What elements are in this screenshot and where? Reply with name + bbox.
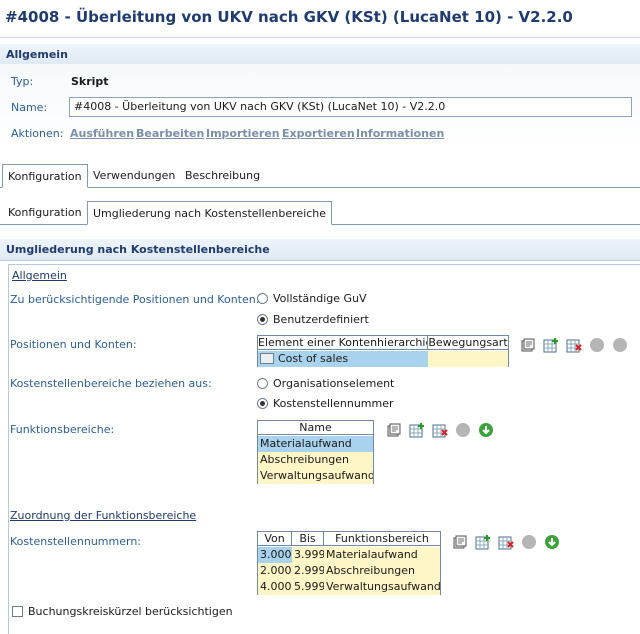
actions-label: Aktionen: (11, 127, 64, 140)
col-area-header[interactable]: Funktionsbereich (324, 532, 440, 546)
col-movement-header[interactable]: Bewegungsart (428, 336, 508, 350)
move-up-icon[interactable] (589, 337, 605, 353)
subtab-cost-center-regrouping[interactable]: Umgliederung nach Kostenstellenbereiche (87, 201, 333, 225)
positions-label: Zu berücksichtigende Positionen und Kont… (10, 293, 260, 306)
col-to-header[interactable]: Bis (292, 532, 324, 546)
regrouping-section-header: Umgliederung nach Kostenstellenbereiche (0, 239, 640, 261)
table-row[interactable]: Materialaufwand (258, 436, 373, 452)
move-up-icon[interactable] (455, 422, 471, 438)
type-value: Skript (71, 75, 109, 88)
functional-areas-toolbar (386, 422, 494, 438)
movement-cell[interactable] (428, 351, 508, 367)
col-from-header[interactable]: Von (258, 532, 292, 546)
radio-cost-center-number-label: Kostenstellennummer (273, 397, 394, 410)
to-cell[interactable]: 2.999 (292, 563, 324, 579)
account-node-icon (260, 353, 274, 364)
positions-accounts-label: Positionen und Konten: (10, 338, 137, 351)
from-cell[interactable]: 3.000 (258, 547, 292, 563)
from-cell[interactable]: 4.000 (258, 579, 292, 595)
action-run-link[interactable]: Ausführen (70, 127, 134, 140)
properties-icon[interactable] (520, 337, 536, 353)
company-code-checkbox-label: Buchungskreiskürzel berücksichtigen (28, 605, 233, 618)
radio-button-selected-icon[interactable] (257, 314, 268, 325)
radio-button-selected-icon[interactable] (257, 398, 268, 409)
move-up-icon[interactable] (521, 534, 537, 550)
company-code-checkbox[interactable]: Buchungskreiskürzel berücksichtigen (12, 605, 233, 618)
table-row[interactable]: Abschreibungen (258, 452, 373, 468)
add-row-icon[interactable] (475, 534, 491, 550)
from-cell[interactable]: 2.000 (258, 563, 292, 579)
area-cell[interactable]: Verwaltungsaufwand (324, 579, 440, 595)
functional-areas-table[interactable]: Name Materialaufwand Abschreibungen Verw… (257, 420, 374, 484)
sub-tab-bar: Konfiguration Umgliederung nach Kostenst… (0, 201, 640, 225)
add-row-icon[interactable] (543, 337, 559, 353)
delete-row-icon[interactable] (498, 534, 514, 550)
regrouping-section-title: Umgliederung nach Kostenstellenbereiche (6, 243, 270, 256)
to-cell[interactable]: 3.999 (292, 547, 324, 563)
radio-custom-label: Benutzerdefiniert (273, 313, 369, 326)
name-label: Name: (11, 101, 48, 114)
group-general-title: Allgemein (12, 269, 67, 282)
radio-full-pl[interactable]: Vollständige GuV (257, 292, 367, 305)
cost-center-numbers-table[interactable]: Von Bis Funktionsbereich 3.000 3.999 Mat… (257, 531, 441, 595)
general-section-header: Allgemein (0, 44, 640, 66)
tab-description[interactable]: Beschreibung (180, 164, 265, 188)
subtab-configuration[interactable]: Konfiguration (3, 201, 87, 225)
tab-usages[interactable]: Verwendungen (88, 164, 180, 188)
page-title: #4008 - Überleitung von UKV nach GKV (KS… (5, 8, 573, 26)
name-field[interactable]: #4008 - Überleitung von UKV nach GKV (KS… (69, 97, 632, 117)
functional-areas-label: Funktionsbereiche: (10, 423, 115, 436)
move-down-icon[interactable] (612, 337, 628, 353)
move-down-icon[interactable] (544, 534, 560, 550)
area-cell[interactable]: Abschreibungen (324, 563, 440, 579)
assignment-toolbar (452, 534, 560, 550)
type-label: Typ: (11, 75, 34, 88)
properties-icon[interactable] (452, 534, 468, 550)
col-name-header[interactable]: Name (258, 421, 373, 435)
table-row[interactable]: Cost of sales (258, 351, 428, 367)
general-section-title: Allgemein (6, 48, 68, 61)
action-info-link[interactable]: Informationen (356, 127, 444, 140)
cost-center-source-label: Kostenstellenbereiche beziehen aus: (10, 377, 212, 390)
properties-icon[interactable] (386, 422, 402, 438)
action-import-link[interactable]: Importieren (206, 127, 280, 140)
window-title-bar: #4008 - Überleitung von UKV nach GKV (KS… (0, 0, 640, 38)
delete-row-icon[interactable] (432, 422, 448, 438)
action-edit-link[interactable]: Bearbeiten (136, 127, 204, 140)
radio-cost-center-number[interactable]: Kostenstellennummer (257, 397, 394, 410)
positions-toolbar (520, 337, 628, 353)
to-cell[interactable]: 5.999 (292, 579, 324, 595)
col-element-header[interactable]: Element einer Kontenhierarchie (258, 336, 428, 350)
delete-row-icon[interactable] (566, 337, 582, 353)
area-cell[interactable]: Materialaufwand (324, 547, 440, 563)
element-cell: Cost of sales (278, 352, 349, 365)
table-row[interactable]: Verwaltungsaufwand (258, 468, 373, 484)
move-down-icon[interactable] (478, 422, 494, 438)
cost-center-numbers-label: Kostenstellennummern: (10, 535, 141, 548)
tab-configuration[interactable]: Konfiguration (2, 164, 88, 188)
group-assignment-title: Zuordnung der Funktionsbereiche (10, 509, 197, 522)
main-tab-bar: Konfiguration Verwendungen Beschreibung (0, 164, 640, 188)
radio-full-pl-label: Vollständige GuV (273, 292, 367, 305)
radio-custom[interactable]: Benutzerdefiniert (257, 313, 369, 326)
add-row-icon[interactable] (409, 422, 425, 438)
radio-org-element[interactable]: Organisationselement (257, 377, 394, 390)
positions-accounts-table[interactable]: Element einer Kontenhierarchie Bewegungs… (257, 335, 509, 367)
radio-button-icon[interactable] (257, 293, 268, 304)
checkbox-icon[interactable] (12, 606, 23, 617)
radio-org-element-label: Organisationselement (273, 377, 395, 390)
action-export-link[interactable]: Exportieren (282, 127, 355, 140)
radio-button-icon[interactable] (257, 378, 268, 389)
